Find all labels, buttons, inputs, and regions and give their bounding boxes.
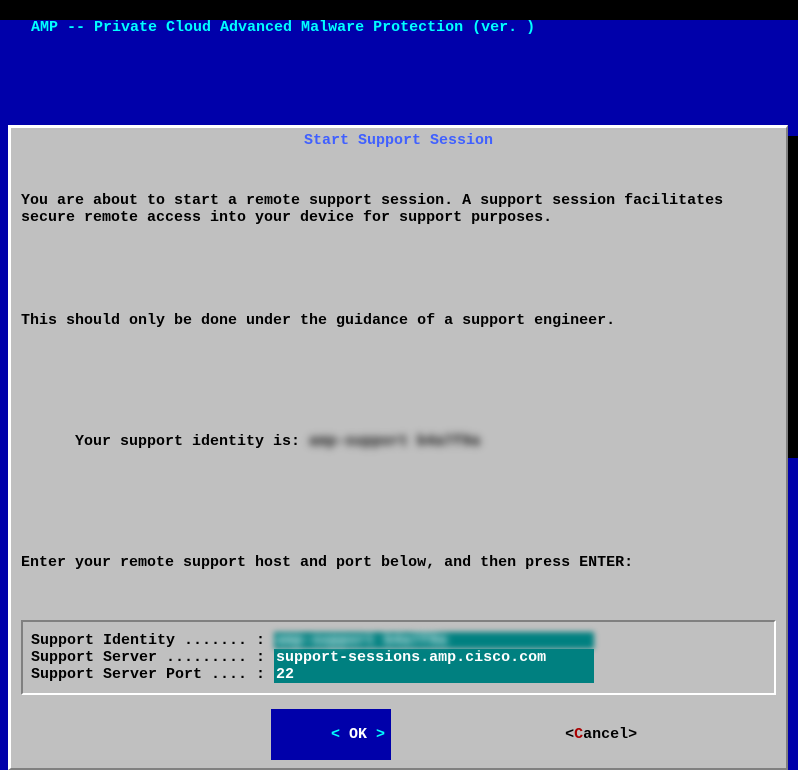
form-row-server: Support Server ......... : support-sessi… bbox=[31, 649, 766, 666]
identity-prefix: Your support identity is: bbox=[75, 433, 309, 450]
identity-value-inline: amp-support b4a7f9a bbox=[309, 433, 480, 450]
ok-label: OK bbox=[340, 726, 376, 743]
dialog-line-2: This should only be done under the guida… bbox=[21, 312, 776, 329]
cancel-hotkey: C bbox=[574, 726, 583, 743]
cancel-rest: ancel bbox=[583, 726, 628, 743]
form-row-identity: Support Identity ....... : amp-support b… bbox=[31, 632, 766, 649]
cancel-open-bracket: < bbox=[565, 726, 574, 743]
port-label: Support Server Port .... : bbox=[31, 666, 274, 683]
chevron-left-icon: < bbox=[331, 726, 340, 743]
identity-label: Support Identity ....... : bbox=[31, 632, 274, 649]
app-title: AMP -- Private Cloud Advanced Malware Pr… bbox=[22, 19, 535, 36]
dialog-title: Start Support Session bbox=[21, 132, 776, 149]
dialog-line-4: Enter your remote support host and port … bbox=[21, 554, 776, 571]
dialog-body: You are about to start a remote support … bbox=[21, 157, 776, 606]
dialog-identity-line: Your support identity is: amp-support b4… bbox=[21, 416, 776, 468]
dialog-buttons: < OK > <Cancel> bbox=[21, 709, 776, 760]
chevron-right-icon: > bbox=[376, 726, 385, 743]
server-field[interactable]: support-sessions.amp.cisco.com bbox=[274, 649, 594, 666]
form-row-port: Support Server Port .... : 22 bbox=[31, 666, 766, 683]
ok-button[interactable]: < OK > bbox=[271, 709, 391, 760]
dialog-line-1: You are about to start a remote support … bbox=[21, 192, 776, 227]
support-session-dialog: Start Support Session You are about to s… bbox=[8, 125, 788, 770]
port-field[interactable]: 22 bbox=[274, 666, 594, 683]
cancel-button[interactable]: <Cancel> bbox=[511, 709, 637, 760]
cancel-close-bracket: > bbox=[628, 726, 637, 743]
support-form-frame: Support Identity ....... : amp-support b… bbox=[21, 620, 776, 696]
server-label: Support Server ......... : bbox=[31, 649, 274, 666]
app-header: AMP -- Private Cloud Advanced Malware Pr… bbox=[0, 0, 798, 20]
identity-field[interactable]: amp-support b4a7f9a bbox=[274, 632, 594, 649]
